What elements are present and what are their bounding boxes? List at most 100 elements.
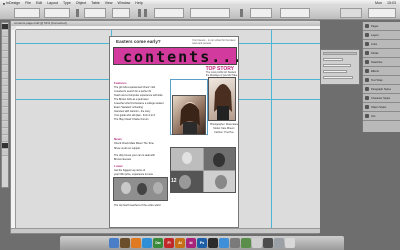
fx-icon[interactable] bbox=[240, 9, 243, 17]
frame-fitting-group[interactable] bbox=[280, 8, 310, 18]
photo-credit: Photographer: Rosie Eames bbox=[210, 123, 238, 126]
gradient-tool-icon[interactable] bbox=[2, 108, 8, 114]
dock-app-icon[interactable] bbox=[219, 238, 229, 248]
select-container-icon[interactable] bbox=[144, 9, 147, 17]
feature-line: A teacher who first became a college stu… bbox=[114, 102, 164, 105]
collage-photo[interactable] bbox=[170, 147, 236, 193]
panel-tab-links[interactable]: Links bbox=[363, 40, 400, 49]
panel-tab-stroke[interactable]: Stroke bbox=[363, 49, 400, 58]
constrain-icon[interactable] bbox=[76, 9, 79, 17]
panel-field[interactable] bbox=[323, 58, 343, 61]
menubar-status: Mon 15:03 bbox=[370, 1, 400, 5]
dock-app-icon[interactable] bbox=[142, 238, 152, 248]
document-page[interactable]: Easters come early? Your interest... in … bbox=[109, 36, 239, 228]
pen-tool-icon[interactable] bbox=[2, 66, 8, 72]
panel-tab-text-wrap[interactable]: Text Wrap bbox=[363, 76, 400, 85]
menu-item-window[interactable]: Window bbox=[118, 1, 131, 5]
page-tool-icon[interactable] bbox=[2, 38, 8, 44]
eyedropper-tool-icon[interactable] bbox=[2, 122, 8, 128]
dock-app-icon[interactable]: Id bbox=[186, 238, 196, 248]
pages-icon bbox=[365, 24, 369, 28]
type-tool-icon[interactable] bbox=[2, 52, 8, 58]
dock-app-icon[interactable] bbox=[285, 238, 295, 248]
menu-item-view[interactable]: View bbox=[105, 1, 113, 5]
note-tool-icon[interactable] bbox=[2, 115, 8, 121]
width-field[interactable] bbox=[44, 8, 70, 18]
menu-item-edit[interactable]: Edit bbox=[36, 1, 42, 5]
menu-item-file[interactable]: File bbox=[25, 1, 31, 5]
menu-item-table[interactable]: Table bbox=[91, 1, 100, 5]
dock-app-icon[interactable] bbox=[120, 238, 130, 248]
floating-panel-header[interactable] bbox=[323, 52, 357, 55]
panel-tab-object-styles[interactable]: Object Styles bbox=[363, 103, 400, 112]
model-portrait-icon bbox=[180, 102, 200, 134]
panel-tab-character-styles[interactable]: Character Styles bbox=[363, 94, 400, 103]
menu-item-type[interactable]: Type bbox=[63, 1, 71, 5]
feature-line: The 'Bay Cloud' Charter Forum bbox=[114, 118, 149, 121]
x-position-field[interactable] bbox=[14, 8, 40, 18]
dock-app-icon[interactable] bbox=[263, 238, 273, 248]
dock-app-icon[interactable] bbox=[109, 238, 119, 248]
search-field[interactable] bbox=[368, 8, 396, 18]
rectangle-frame-tool-icon[interactable] bbox=[2, 80, 8, 86]
panel-field[interactable] bbox=[323, 70, 347, 73]
pencil-tool-icon[interactable] bbox=[2, 73, 8, 79]
dock-app-icon[interactable] bbox=[274, 238, 284, 248]
scissors-tool-icon[interactable] bbox=[2, 94, 8, 100]
rotate-field[interactable] bbox=[112, 8, 130, 18]
panel-tab-info[interactable]: Info bbox=[363, 112, 400, 121]
dock-app-icon[interactable] bbox=[208, 238, 218, 248]
top-story-photo[interactable] bbox=[208, 77, 236, 121]
page-number-badge: 12 bbox=[171, 178, 177, 184]
hand-tool-icon[interactable] bbox=[2, 129, 8, 135]
rectangle-tool-icon[interactable] bbox=[2, 87, 8, 93]
opacity-field[interactable] bbox=[250, 8, 272, 18]
panel-tab-effects[interactable]: Effects bbox=[363, 67, 400, 76]
feature-line: Interview with Jammin - the story bbox=[114, 110, 151, 113]
dock-app-icon[interactable] bbox=[252, 238, 262, 248]
menu-item-object[interactable]: Object bbox=[76, 1, 86, 5]
dock-app-icon[interactable]: Dw bbox=[153, 238, 163, 248]
workspace-switcher[interactable] bbox=[340, 8, 362, 18]
dock-app-icon[interactable] bbox=[241, 238, 251, 248]
panel-tab-paragraph-styles[interactable]: Paragraph Styles bbox=[363, 85, 400, 94]
panel-field[interactable] bbox=[323, 64, 351, 67]
flip-icon[interactable] bbox=[138, 9, 141, 17]
panel-field[interactable] bbox=[323, 76, 353, 79]
dock-app-icon[interactable] bbox=[230, 238, 240, 248]
swatches-icon bbox=[365, 60, 369, 64]
layers-icon bbox=[365, 33, 369, 37]
panel-tab-label: Character Styles bbox=[371, 96, 391, 100]
menu-item-layout[interactable]: Layout bbox=[47, 1, 58, 5]
stroke-weight-field[interactable] bbox=[154, 8, 184, 18]
view-mode-icon[interactable] bbox=[2, 150, 8, 156]
direct-selection-tool-icon[interactable] bbox=[2, 31, 8, 37]
panel-tab-layers[interactable]: Layers bbox=[363, 31, 400, 40]
lower-line: Get the biggest Lay items of bbox=[114, 169, 146, 172]
dock-app-icon[interactable]: Ai bbox=[175, 238, 185, 248]
menu-item-app[interactable]: InDesign bbox=[6, 1, 20, 5]
panel-tab-pages[interactable]: Pages bbox=[363, 22, 400, 31]
menu-item-help[interactable]: Help bbox=[135, 1, 142, 5]
scale-field[interactable] bbox=[84, 8, 106, 18]
model-photo-small[interactable] bbox=[172, 95, 206, 135]
free-transform-tool-icon[interactable] bbox=[2, 101, 8, 107]
selection-tool-icon[interactable] bbox=[2, 24, 8, 30]
dock-app-icon[interactable] bbox=[131, 238, 141, 248]
menubar-clock[interactable]: 15:03 bbox=[387, 1, 396, 5]
photo-credit: Model: Kate Rheem bbox=[213, 127, 235, 130]
banner-title: contents... bbox=[123, 48, 239, 66]
fill-stroke-swatch-icon[interactable] bbox=[2, 143, 8, 149]
dock-app-icon[interactable]: Ps bbox=[197, 238, 207, 248]
gap-tool-icon[interactable] bbox=[2, 45, 8, 51]
bottom-photo[interactable] bbox=[113, 177, 168, 201]
tools-panel bbox=[1, 22, 9, 188]
effects-icon bbox=[365, 69, 369, 73]
stroke-style-select[interactable] bbox=[190, 8, 230, 18]
guide-vertical[interactable] bbox=[271, 30, 272, 230]
dock-app-icon[interactable]: Fl bbox=[164, 238, 174, 248]
bottom-caption: The top fourth teachers of the entire wo… bbox=[114, 204, 161, 207]
line-tool-icon[interactable] bbox=[2, 59, 8, 65]
panel-tab-swatches[interactable]: Swatches bbox=[363, 58, 400, 67]
zoom-tool-icon[interactable] bbox=[2, 136, 8, 142]
